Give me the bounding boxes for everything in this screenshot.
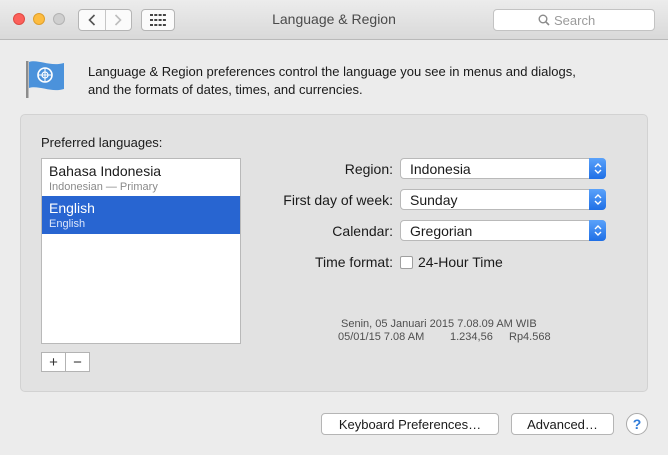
24-hour-time-label[interactable]: 24-Hour Time xyxy=(418,254,503,270)
time-format-label: Time format: xyxy=(314,254,393,270)
example-date-line: Senin, 05 Januari 2015 7.08.09 AM WIB xyxy=(341,318,537,330)
advanced-button[interactable]: Advanced… xyxy=(511,413,614,435)
preferred-languages-label: Preferred languages: xyxy=(41,135,163,150)
calendar-value: Gregorian xyxy=(410,223,473,239)
first-day-value: Sunday xyxy=(410,192,458,208)
search-icon xyxy=(538,14,550,26)
example-currency: Rp4.568 xyxy=(509,331,551,343)
calendar-label: Calendar: xyxy=(332,223,393,239)
region-popup[interactable]: Indonesia xyxy=(400,158,606,179)
first-day-label: First day of week: xyxy=(283,192,393,208)
description-line-2: and the formats of dates, times, and cur… xyxy=(88,82,363,97)
settings-panel: Preferred languages: Bahasa Indonesia In… xyxy=(20,114,648,392)
popup-arrows-icon xyxy=(589,189,606,210)
24-hour-time-checkbox[interactable] xyxy=(400,256,413,269)
preferred-languages-list[interactable]: Bahasa Indonesia Indonesian — Primary En… xyxy=(41,158,241,344)
calendar-popup[interactable]: Gregorian xyxy=(400,220,606,241)
search-input[interactable] xyxy=(554,11,649,29)
help-icon[interactable]: ? xyxy=(626,413,648,435)
preferences-window: Language & Region Language & Region pref… xyxy=(0,0,668,455)
region-label: Region: xyxy=(344,161,393,177)
popup-arrows-icon xyxy=(589,158,606,179)
example-number: 1.234,56 xyxy=(450,331,493,343)
pane-description: Language & Region preferences control th… xyxy=(88,63,628,99)
region-value: Indonesia xyxy=(410,161,471,177)
keyboard-preferences-button[interactable]: Keyboard Preferences… xyxy=(321,413,499,435)
title-bar: Language & Region xyxy=(0,0,668,40)
popup-arrows-icon xyxy=(589,220,606,241)
search-field[interactable] xyxy=(493,9,655,31)
example-short-date: 05/01/15 7.08 AM xyxy=(338,331,425,343)
add-language-button[interactable]: + xyxy=(42,353,65,371)
un-flag-icon xyxy=(26,61,64,98)
description-line-1: Language & Region preferences control th… xyxy=(88,64,576,79)
first-day-popup[interactable]: Sunday xyxy=(400,189,606,210)
remove-language-button[interactable]: − xyxy=(65,353,89,371)
add-remove-buttons: + − xyxy=(41,352,90,372)
